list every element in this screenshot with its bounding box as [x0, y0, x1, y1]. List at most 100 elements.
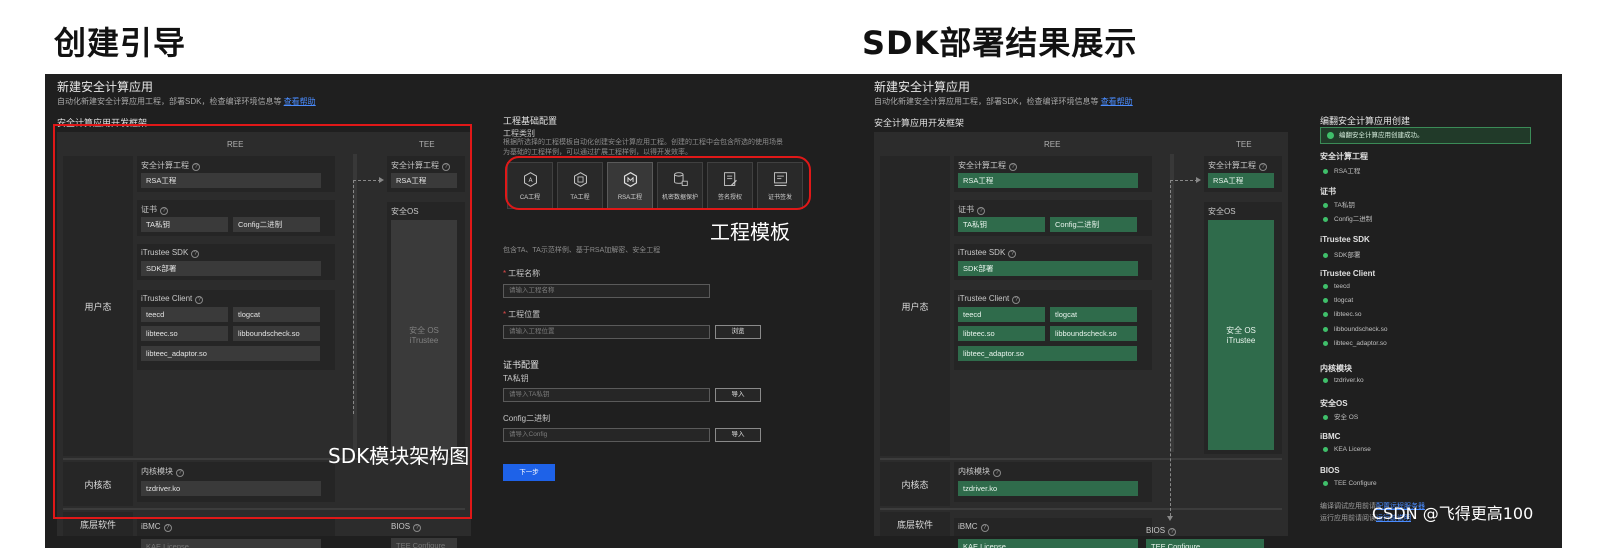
secure-os-card: 安全OS 安全 OS iTrustee [1204, 202, 1282, 454]
result-section-title: 内核模块 [1320, 364, 1352, 373]
cert-config-title: 证书配置 [503, 360, 540, 370]
help-icon[interactable]: ? [980, 524, 989, 532]
status-dot-icon [1323, 252, 1328, 258]
help-icon[interactable]: ? [413, 524, 422, 532]
required-mark: * [503, 310, 507, 319]
config-binary-field[interactable]: Config二进制 [1050, 217, 1137, 232]
result-item: libteec_adaptor.so [1323, 340, 1387, 347]
result-item: TEE Configure [1323, 480, 1377, 487]
result-note-1-text: 编译调试应用前请 [1320, 503, 1376, 510]
dialog-title: 新建安全计算应用 [874, 80, 971, 94]
ibmc-card: iBMC? [954, 518, 1152, 536]
tee-rsa-field[interactable]: RSA工程 [1208, 173, 1274, 188]
next-button[interactable]: 下一步 [503, 464, 555, 481]
result-item-text: SDK部署 [1334, 252, 1361, 259]
result-section-title: iBMC [1320, 432, 1341, 441]
libteec-field[interactable]: libteec.so [958, 326, 1045, 341]
result-item: SDK部署 [1323, 249, 1360, 259]
app-project-field[interactable]: RSA工程 [958, 173, 1138, 188]
result-item: RSA工程 [1323, 165, 1360, 175]
tee-configure-field[interactable]: TEE Configure [391, 538, 457, 548]
secure-os-box[interactable]: 安全 OS iTrustee [1208, 220, 1274, 450]
app-project-label: 安全计算工程? [958, 160, 1017, 171]
dialog-description-text: 自动化新建安全计算应用工程，部署SDK，检查编译环境信息等 [57, 97, 282, 106]
cert-label-text: 证书 [958, 205, 974, 214]
tlogcat-field[interactable]: tlogcat [1050, 307, 1137, 322]
framework-title: 安全计算应用开发框架 [874, 118, 965, 128]
ta-key-input[interactable]: 请导入TA私钥 [503, 388, 710, 402]
config-binary-input[interactable]: 请导入Config [503, 428, 710, 442]
tee-configure-field[interactable]: TEE Configure [1146, 539, 1264, 548]
help-icon[interactable]: ? [1009, 163, 1017, 171]
result-item-text: 安全 OS [1334, 414, 1359, 421]
template-annotation: 工程模板 [710, 220, 790, 244]
sdk-label-text: iTrustee SDK [958, 248, 1006, 257]
help-icon[interactable]: ? [1168, 528, 1177, 536]
dialog-description: 自动化新建安全计算应用工程，部署SDK，检查编译环境信息等 查看帮助 [874, 96, 1133, 107]
result-item-text: libboundscheck.so [1334, 326, 1388, 333]
bios-label: BIOS? [1146, 526, 1177, 536]
client-card: iTrustee Client? teecd tlogcat libteec.s… [954, 290, 1152, 370]
project-location-label: * 工程位置 [503, 309, 540, 320]
app-project-card: 安全计算工程? RSA工程 [954, 156, 1152, 192]
libboundscheck-field[interactable]: libboundscheck.so [1050, 326, 1137, 341]
tee-app-project-card: 安全计算工程? RSA工程 [1204, 156, 1282, 192]
template-note: 包含TA、TA示范样例、基于RSA加解密、安全工程 [503, 247, 661, 254]
ree-header: REE [1044, 140, 1061, 149]
deploy-result-panel: 新建安全计算应用 自动化新建安全计算应用工程，部署SDK，检查编译环境信息等 查… [862, 74, 1562, 548]
ibmc-label-text: iBMC [958, 522, 978, 531]
kae-license-field[interactable]: KAE License [958, 539, 1138, 548]
dialog-description: 自动化新建安全计算应用工程，部署SDK，检查编译环境信息等 查看帮助 [57, 96, 316, 107]
tzdriver-field[interactable]: tzdriver.ko [958, 481, 1138, 496]
status-dot-icon [1323, 480, 1328, 486]
config-binary-label: Config二进制 [503, 414, 551, 423]
import-ta-key-button[interactable]: 导入 [715, 388, 761, 402]
result-item: 安全 OS [1323, 411, 1358, 421]
help-icon[interactable]: ? [1012, 296, 1021, 304]
client-label: iTrustee Client? [958, 294, 1021, 304]
result-item-text: KEA License [1334, 446, 1371, 453]
project-location-input[interactable]: 请输入工程位置 [503, 325, 710, 339]
result-item: KEA License [1323, 446, 1371, 453]
ta-private-key-field[interactable]: TA私钥 [958, 217, 1045, 232]
project-location-label-text: 工程位置 [508, 310, 541, 319]
status-dot-icon [1323, 202, 1328, 208]
project-name-input[interactable]: 请输入工程名称 [503, 284, 710, 298]
libteec-adaptor-field[interactable]: libteec_adaptor.so [958, 346, 1137, 361]
guide-heading: 创建引导 [54, 24, 187, 62]
help-icon[interactable]: ? [993, 469, 1001, 477]
secure-os-line1: 安全 OS [1226, 326, 1256, 335]
kae-license-field[interactable]: KAE License [141, 539, 321, 548]
sdk-deploy-field[interactable]: SDK部署 [958, 261, 1138, 276]
bios-label: BIOS? [391, 522, 422, 532]
help-link[interactable]: 查看帮助 [284, 97, 316, 106]
result-item: libteec.so [1323, 311, 1361, 318]
ibmc-label: iBMC? [141, 522, 172, 532]
result-heading: SDK部署结果展示 [862, 24, 1138, 62]
browse-button[interactable]: 浏览 [715, 325, 761, 339]
sdk-framework-diagram-deployed: REE TEE 用户态 内核态 底层软件 安全计算工程? RSA工程 证书? T… [874, 132, 1288, 548]
result-section-title: iTrustee Client [1320, 269, 1376, 278]
sdk-arch-annotation: SDK模块架构图 [328, 444, 470, 468]
status-dot-icon [1323, 168, 1328, 174]
tee-app-project-label-text: 安全计算工程 [1208, 161, 1256, 170]
success-icon [1327, 132, 1334, 139]
help-link[interactable]: 查看帮助 [1101, 97, 1133, 106]
row-user-mode: 用户态 [880, 156, 950, 456]
result-section-title: BIOS [1320, 466, 1340, 475]
import-config-button[interactable]: 导入 [715, 428, 761, 442]
help-icon[interactable]: ? [1259, 163, 1267, 171]
help-icon[interactable]: ? [1008, 250, 1017, 258]
divider-user-kernel [880, 458, 1282, 460]
help-icon[interactable]: ? [163, 524, 172, 532]
status-dot-icon [1323, 216, 1328, 222]
teecd-field[interactable]: teecd [958, 307, 1045, 322]
result-item-text: teecd [1334, 283, 1350, 290]
secure-os-label: 安全OS [1208, 207, 1236, 216]
client-label-text: iTrustee Client [958, 294, 1010, 303]
divider-kernel-base [880, 508, 1282, 510]
result-item-text: TA私钥 [1334, 202, 1355, 209]
sdk-card: iTrustee SDK? SDK部署 [954, 244, 1152, 280]
result-item-text: tzdriver.ko [1334, 377, 1364, 384]
help-icon[interactable]: ? [977, 207, 985, 215]
